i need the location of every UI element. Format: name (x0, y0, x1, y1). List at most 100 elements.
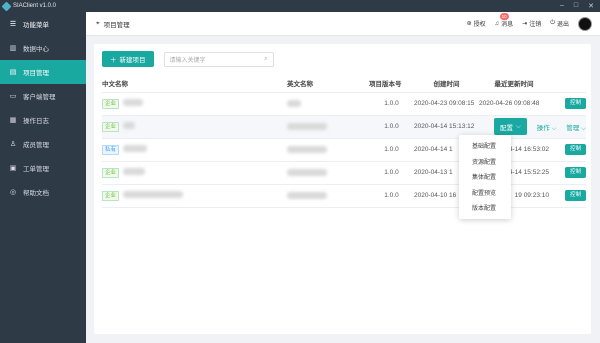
ticket-icon: ▣ (9, 165, 17, 172)
members-icon: ♙ (9, 141, 17, 148)
exit-button[interactable]: ⏻ 退出 (550, 19, 569, 28)
redacted-name (123, 168, 146, 176)
sidebar-item-members[interactable]: ♙ 成员管理 (0, 132, 86, 156)
license-button[interactable]: ⊛ 授权 (467, 19, 486, 28)
breadcrumb: ⌖ 项目管理 (86, 19, 130, 29)
sidebar-item-label: 客户端管理 (23, 94, 56, 101)
version-cell: 1.0.0 (369, 138, 414, 162)
location-pin-icon: ⌖ (96, 19, 100, 27)
logout-icon: ⇥ (522, 21, 528, 27)
maximize-icon[interactable]: □ (574, 2, 578, 10)
messages-label: 消息 (501, 22, 514, 28)
redacted-name (123, 122, 136, 130)
col-header-version: 项目版本号 (369, 74, 414, 93)
window-title: SIAClient v1.0.0 (13, 3, 57, 9)
title-bar: SIAClient v1.0.0 – □ ✕ (0, 0, 600, 12)
sidebar-item-tickets[interactable]: ▣ 工单管理 (0, 156, 86, 180)
type-tag: 企业 (102, 121, 120, 132)
table-row[interactable]: 企业 1.0.0 2020-04-13 1 2020-04-14 15:52:2… (102, 161, 586, 185)
table-row[interactable]: 企业 1.0.0 2020-04-23 09:08:15 2020-04-26 … (102, 92, 586, 116)
config-dropdown-menu: 基础配置 资源配置 集体配置 配置预览 版本配置 (459, 135, 511, 219)
sidebar-item-label: 工单管理 (23, 166, 49, 173)
sidebar-item-label: 数据中心 (23, 46, 49, 53)
redacted-name (123, 145, 148, 153)
bell-icon: ♫ (494, 20, 500, 27)
search-placeholder: 请输入关键字 (169, 57, 206, 64)
operate-dropdown[interactable]: 操作 ⌵ (537, 125, 557, 132)
search-icon: ⌕ (264, 55, 268, 62)
avatar[interactable] (578, 16, 592, 31)
sidebar-item-label: 功能菜单 (23, 22, 49, 29)
menu-item-basic-config[interactable]: 基础配置 (459, 138, 511, 154)
manage-dropdown[interactable]: 管理 ⌵ (566, 125, 586, 132)
chevron-down-icon: ⌵ (515, 122, 521, 130)
menu-item-config-preview[interactable]: 配置预览 (459, 185, 511, 201)
license-label: 授权 (473, 22, 486, 28)
sidebar-item-menu[interactable]: ☰ 功能菜单 (0, 12, 86, 36)
operate-label: 操作 (536, 124, 550, 132)
control-button[interactable]: 控制 (564, 144, 586, 155)
sidebar-item-help[interactable]: ◎ 帮助文档 (0, 180, 86, 204)
redacted-en-name (287, 168, 327, 176)
manage-label: 管理 (566, 124, 580, 132)
redacted-name (123, 191, 184, 199)
new-project-button[interactable]: ＋ 新建项目 (102, 51, 154, 67)
col-header-updated: 最近更新时间 (479, 74, 549, 93)
exit-label: 退出 (556, 22, 569, 28)
messages-button[interactable]: ♫ 10 消息 (494, 13, 514, 28)
logout-account-button[interactable]: ⇥ 注销 (522, 19, 541, 28)
table-header-row: 中文名称 英文名称 项目版本号 创建时间 最近更新时间 (102, 74, 586, 93)
plus-icon: ＋ (110, 57, 117, 64)
project-panel: ＋ 新建项目 请输入关键字 ⌕ 中文名称 英文名称 项目版本号 创建时间 最近更… (94, 44, 591, 334)
redacted-en-name (287, 191, 327, 199)
redacted-en-name (287, 99, 301, 107)
redacted-name (123, 99, 144, 107)
table-row[interactable]: 企业 1.0.0 2020-04-10 16 19 09:23:10 控制 (102, 184, 586, 208)
type-tag: 企业 (102, 167, 120, 178)
created-cell: 2020-04-23 09:08:15 (414, 92, 479, 116)
menu-item-version-config[interactable]: 版本配置 (459, 200, 511, 216)
menu-item-group-config[interactable]: 集体配置 (459, 169, 511, 185)
message-count-badge: 10 (499, 13, 509, 20)
sidebar-item-logs[interactable]: ▦ 操作日志 (0, 108, 86, 132)
sidebar-item-label: 帮助文档 (23, 190, 49, 197)
license-icon: ⊛ (466, 21, 472, 27)
col-header-en-name: 英文名称 (287, 74, 369, 93)
project-icon: ▤ (9, 69, 17, 76)
sidebar-item-projects[interactable]: ▤ 项目管理 (0, 60, 86, 84)
log-icon: ▦ (9, 117, 17, 124)
new-project-label: 新建项目 (119, 57, 146, 64)
chevron-down-icon: ⌵ (551, 124, 557, 132)
col-header-actions (549, 74, 586, 93)
app-logo-icon (1, 1, 12, 11)
help-icon: ◎ (9, 189, 17, 196)
power-icon: ⏻ (550, 20, 555, 26)
menu-icon: ☰ (9, 21, 17, 28)
version-cell: 1.0.0 (369, 161, 414, 185)
project-table: 中文名称 英文名称 项目版本号 创建时间 最近更新时间 企业 1.0.0 202… (102, 74, 586, 208)
redacted-en-name (287, 145, 327, 153)
sidebar-item-label: 成员管理 (23, 142, 49, 149)
version-cell: 1.0.0 (369, 115, 414, 139)
close-icon[interactable]: ✕ (588, 2, 594, 10)
client-icon: ▭ (9, 93, 17, 100)
sidebar-item-data-center[interactable]: ▥ 数据中心 (0, 36, 86, 60)
type-tag: 企业 (102, 190, 120, 201)
control-button[interactable]: 控制 (564, 190, 586, 201)
chart-icon: ▥ (9, 45, 17, 52)
sidebar-item-clients[interactable]: ▭ 客户端管理 (0, 84, 86, 108)
control-button[interactable]: 控制 (564, 167, 586, 178)
type-tag: 企业 (102, 98, 120, 109)
sidebar-item-label: 操作日志 (23, 118, 49, 125)
control-button[interactable]: 控制 (564, 98, 586, 109)
menu-item-resource-config[interactable]: 资源配置 (459, 154, 511, 170)
version-cell: 1.0.0 (369, 184, 414, 208)
version-cell: 1.0.0 (369, 92, 414, 116)
chevron-down-icon: ⌵ (581, 124, 586, 132)
search-input[interactable]: 请输入关键字 ⌕ (163, 51, 274, 67)
breadcrumb-label: 项目管理 (103, 21, 130, 29)
table-row[interactable]: 企业 1.0.0 2020-04-14 15:13:12 配置 ⌵ 操作 ⌵ 管理… (102, 115, 586, 139)
config-dropdown-button[interactable]: 配置 ⌵ (493, 118, 527, 135)
minimize-icon[interactable]: – (560, 2, 564, 10)
table-row[interactable]: 私有 1.0.0 2020-04-14 1 2020-04-14 16:53:0… (102, 138, 586, 162)
